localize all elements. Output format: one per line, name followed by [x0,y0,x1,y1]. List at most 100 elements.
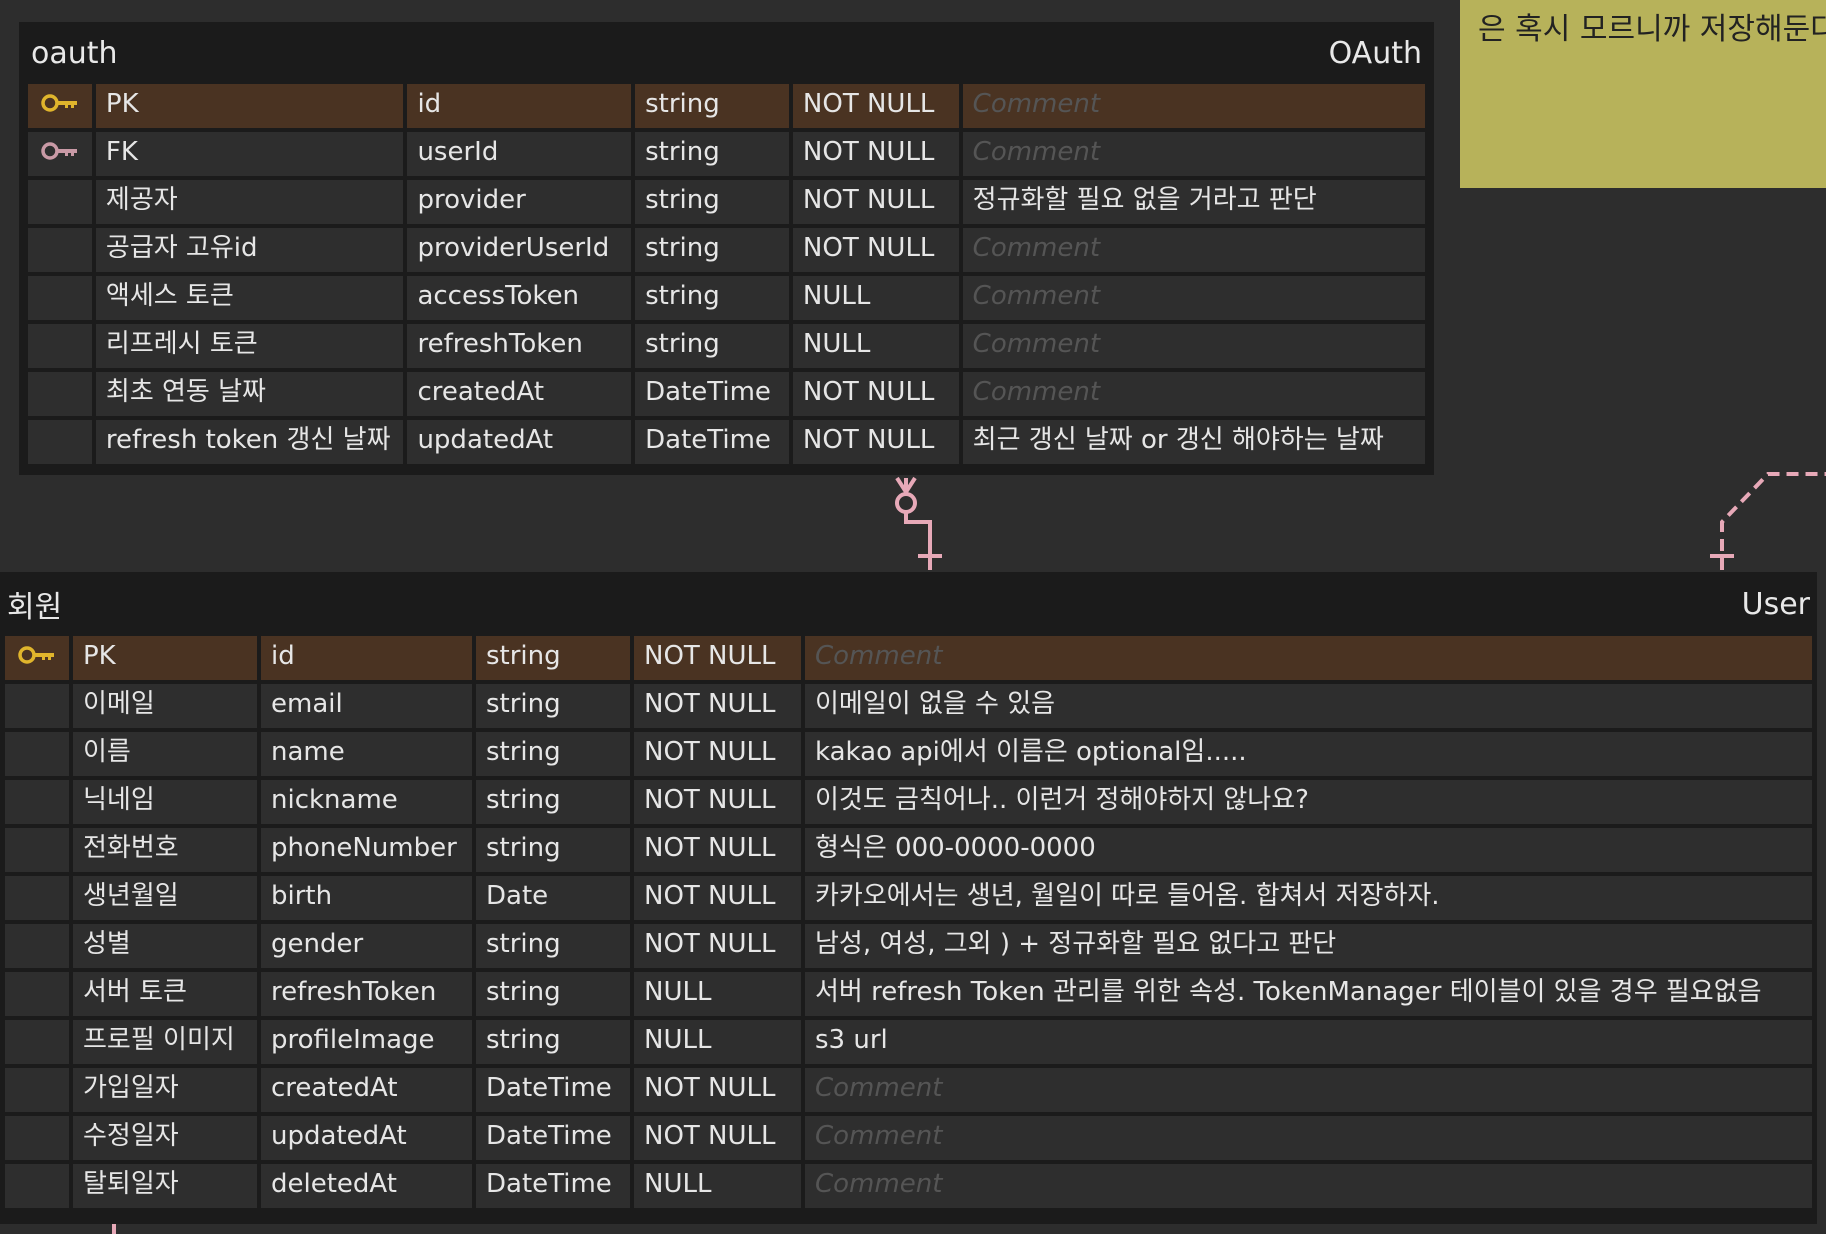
logical-name-cell[interactable]: 이메일 [73,684,257,728]
comment-cell[interactable]: 남성, 여성, 그외 ) + 정규화할 필요 없다고 판단 [805,924,1812,968]
physical-name-cell[interactable]: id [261,636,472,680]
comment-cell[interactable]: 정규화할 필요 없을 거라고 판단 [962,180,1425,224]
logical-name-cell[interactable]: 생년월일 [73,876,257,920]
nullable-cell[interactable]: NOT NULL [634,1068,801,1112]
data-type-cell[interactable]: DateTime [476,1164,630,1208]
comment-cell[interactable]: s3 url [805,1020,1812,1064]
nullable-cell[interactable]: NOT NULL [792,372,959,416]
table-row[interactable]: 수정일자 updatedAt DateTime NOT NULL Comment [5,1116,1812,1160]
logical-name-cell[interactable]: 이름 [73,732,257,776]
nullable-cell[interactable]: NOT NULL [792,132,959,176]
data-type-cell[interactable]: string [476,684,630,728]
logical-name-cell[interactable]: 프로필 이미지 [73,1020,257,1064]
physical-name-cell[interactable]: email [261,684,472,728]
comment-cell[interactable]: 최근 갱신 날짜 or 갱신 해야하는 날짜 [962,420,1425,464]
comment-cell[interactable]: Comment [962,276,1425,320]
data-type-cell[interactable]: string [476,828,630,872]
logical-name-cell[interactable]: FK [95,132,404,176]
physical-name-cell[interactable]: userId [407,132,632,176]
table-row[interactable]: 생년월일 birth Date NOT NULL 카카오에서는 생년, 월일이 따로 들… [5,876,1812,920]
nullable-cell[interactable]: NOT NULL [634,924,801,968]
nullable-cell[interactable]: NOT NULL [634,684,801,728]
physical-name-cell[interactable]: updatedAt [261,1116,472,1160]
nullable-cell[interactable]: NULL [634,1020,801,1064]
physical-name-cell[interactable]: updatedAt [407,420,632,464]
table-row[interactable]: refresh token 갱신 날짜 updatedAt DateTime NOT … [28,420,1425,464]
data-type-cell[interactable]: string [476,1020,630,1064]
comment-cell[interactable]: 형식은 000-0000-0000 [805,828,1812,872]
logical-name-cell[interactable]: 수정일자 [73,1116,257,1160]
logical-name-cell[interactable]: PK [73,636,257,680]
data-type-cell[interactable]: Date [476,876,630,920]
table-row[interactable]: PK id string NOT NULL Comment [5,636,1812,680]
physical-name-cell[interactable]: deletedAt [261,1164,472,1208]
nullable-cell[interactable]: NOT NULL [634,828,801,872]
logical-name-cell[interactable]: 제공자 [95,180,404,224]
physical-name-cell[interactable]: accessToken [407,276,632,320]
data-type-cell[interactable]: string [635,132,789,176]
physical-name-cell[interactable]: providerUserId [407,228,632,272]
table-row[interactable]: 닉네임 nickname string NOT NULL 이것도 금칙어나.. 이런거 … [5,780,1812,824]
comment-cell[interactable]: 서버 refresh Token 관리를 위한 속성. TokenManager… [805,972,1812,1016]
logical-name-cell[interactable]: refresh token 갱신 날짜 [95,420,404,464]
nullable-cell[interactable]: NOT NULL [792,84,959,128]
comment-cell[interactable]: Comment [805,1164,1812,1208]
data-type-cell[interactable]: string [476,972,630,1016]
data-type-cell[interactable]: string [635,180,789,224]
data-type-cell[interactable]: string [476,732,630,776]
physical-name-cell[interactable]: birth [261,876,472,920]
nullable-cell[interactable]: NULL [792,324,959,368]
comment-cell[interactable]: Comment [962,84,1425,128]
nullable-cell[interactable]: NOT NULL [792,420,959,464]
logical-name-cell[interactable]: 닉네임 [73,780,257,824]
physical-name-cell[interactable]: refreshToken [407,324,632,368]
logical-name-cell[interactable]: 액세스 토큰 [95,276,404,320]
table-row[interactable]: 전화번호 phoneNumber string NOT NULL 형식은 000-000… [5,828,1812,872]
nullable-cell[interactable]: NOT NULL [634,780,801,824]
nullable-cell[interactable]: NOT NULL [634,636,801,680]
physical-name-cell[interactable]: refreshToken [261,972,472,1016]
logical-name-cell[interactable]: 공급자 고유id [95,228,404,272]
comment-cell[interactable]: Comment [962,228,1425,272]
physical-name-cell[interactable]: createdAt [407,372,632,416]
comment-cell[interactable]: Comment [962,324,1425,368]
table-row[interactable]: 제공자 provider string NOT NULL 정규화할 필요 없을 거라고 … [28,180,1425,224]
logical-name-cell[interactable]: 성별 [73,924,257,968]
nullable-cell[interactable]: NULL [634,972,801,1016]
table-user[interactable]: 회원 User PK id string NOT NULL Comment 이메일 emai… [0,572,1817,1224]
physical-name-cell[interactable]: gender [261,924,472,968]
logical-name-cell[interactable]: PK [95,84,404,128]
data-type-cell[interactable]: string [635,84,789,128]
data-type-cell[interactable]: string [476,780,630,824]
data-type-cell[interactable]: string [476,636,630,680]
nullable-cell[interactable]: NOT NULL [634,876,801,920]
nullable-cell[interactable]: NOT NULL [634,1116,801,1160]
comment-cell[interactable]: Comment [962,372,1425,416]
logical-name-cell[interactable]: 서버 토큰 [73,972,257,1016]
table-row[interactable]: 가입일자 createdAt DateTime NOT NULL Comment [5,1068,1812,1112]
comment-cell[interactable]: Comment [805,636,1812,680]
logical-name-cell[interactable]: 탈퇴일자 [73,1164,257,1208]
table-row[interactable]: 서버 토큰 refreshToken string NULL 서버 refresh To… [5,972,1812,1016]
physical-name-cell[interactable]: provider [407,180,632,224]
data-type-cell[interactable]: string [476,924,630,968]
physical-name-cell[interactable]: id [407,84,632,128]
table-row[interactable]: PK id string NOT NULL Comment [28,84,1425,128]
table-row[interactable]: 액세스 토큰 accessToken string NULL Comment [28,276,1425,320]
physical-name-cell[interactable]: phoneNumber [261,828,472,872]
nullable-cell[interactable]: NOT NULL [792,180,959,224]
table-row[interactable]: 이메일 email string NOT NULL 이메일이 없을 수 있음 [5,684,1812,728]
data-type-cell[interactable]: DateTime [476,1068,630,1112]
physical-name-cell[interactable]: name [261,732,472,776]
table-row[interactable]: 탈퇴일자 deletedAt DateTime NULL Comment [5,1164,1812,1208]
nullable-cell[interactable]: NULL [634,1164,801,1208]
nullable-cell[interactable]: NOT NULL [792,228,959,272]
table-row[interactable]: 이름 name string NOT NULL kakao api에서 이름은 opti… [5,732,1812,776]
comment-cell[interactable]: Comment [962,132,1425,176]
table-row[interactable]: 리프레시 토큰 refreshToken string NULL Comment [28,324,1425,368]
logical-name-cell[interactable]: 가입일자 [73,1068,257,1112]
table-oauth[interactable]: oauth OAuth PK id string NOT NULL Comment FK u… [19,22,1434,475]
data-type-cell[interactable]: DateTime [476,1116,630,1160]
comment-cell[interactable]: 카카오에서는 생년, 월일이 따로 들어옴. 합쳐서 저장하자. [805,876,1812,920]
physical-name-cell[interactable]: profileImage [261,1020,472,1064]
